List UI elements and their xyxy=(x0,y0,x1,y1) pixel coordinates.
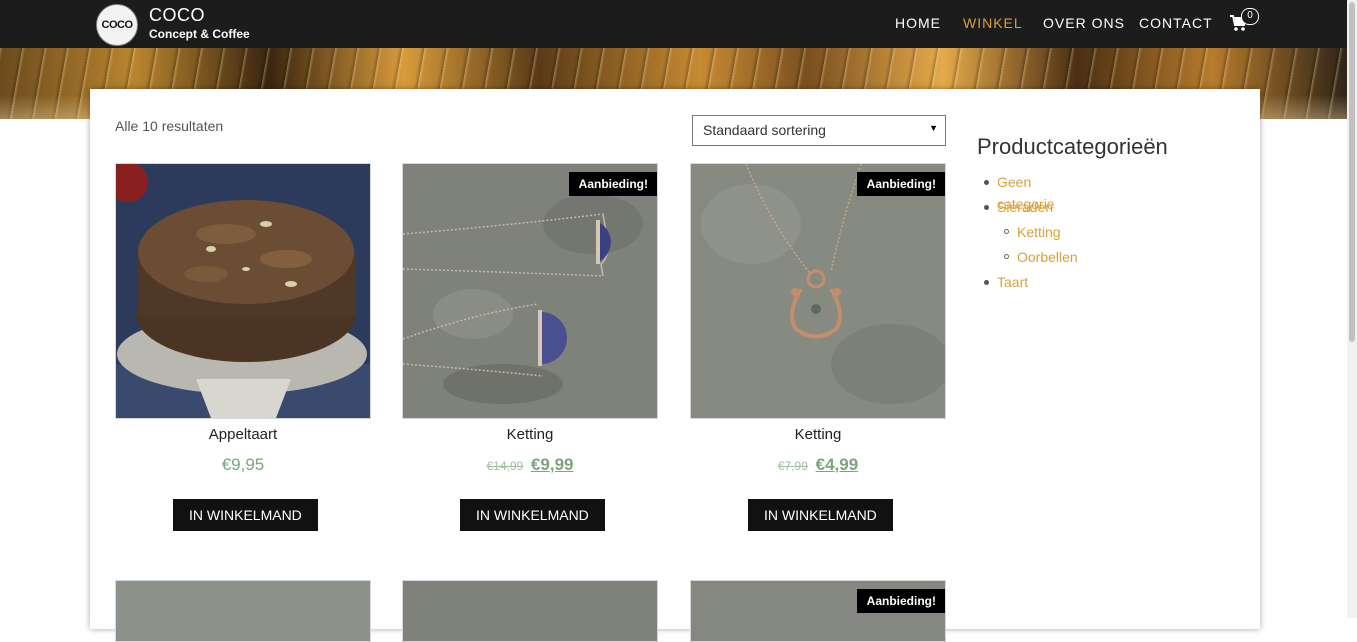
product-title[interactable]: Appeltaart xyxy=(115,426,371,443)
sidebar-title: Productcategorieën xyxy=(977,134,1168,159)
circle-bullet-icon xyxy=(1004,229,1009,234)
logo-text: COCO xyxy=(101,19,134,31)
nav-over-ons[interactable]: OVER ONS xyxy=(1043,15,1125,33)
current-price: €9,99 xyxy=(530,455,574,474)
page-scrollbar[interactable] xyxy=(1347,0,1357,618)
sale-badge: Aanbieding! xyxy=(856,172,945,196)
nav-winkel[interactable]: WINKEL xyxy=(963,15,1023,33)
product-image-apple-pie[interactable] xyxy=(115,163,371,419)
necklace-photo xyxy=(403,164,657,418)
dropdown-arrow-icon: ▼ xyxy=(929,123,938,133)
sale-badge: Aanbieding! xyxy=(568,172,657,196)
category-link-oorbellen[interactable]: Oorbellen xyxy=(1017,246,1078,268)
brand-tagline: Concept & Coffee xyxy=(149,27,250,41)
brand-name[interactable]: COCO xyxy=(149,5,205,26)
sort-select[interactable]: Standaard sortering ▼ xyxy=(692,115,946,146)
product-image-necklace[interactable]: Aanbieding! xyxy=(690,163,946,419)
add-to-cart-button[interactable]: IN WINKELMAND xyxy=(460,499,605,531)
sort-selected-value: Standaard sortering xyxy=(703,122,826,138)
apple-pie-photo xyxy=(116,164,370,418)
product-price: €14,99 €9,99 xyxy=(402,455,658,475)
result-count: Alle 10 resultaten xyxy=(115,118,224,134)
top-navigation-bar: COCO COCO Concept & Coffee HOME WINKEL O… xyxy=(0,0,1347,48)
necklace-photo xyxy=(691,164,945,418)
shop-content: Alle 10 resultaten Standaard sortering ▼ xyxy=(90,89,1260,642)
product-image[interactable] xyxy=(115,580,371,642)
current-price: €4,99 xyxy=(815,455,859,474)
bullet-icon xyxy=(984,205,989,210)
category-link-taart[interactable]: Taart xyxy=(997,271,1028,293)
product-price: €9,95 xyxy=(115,455,371,475)
add-to-cart-button[interactable]: IN WINKELMAND xyxy=(748,499,893,531)
bullet-icon xyxy=(984,180,989,185)
current-price: €9,95 xyxy=(221,455,265,474)
scrollbar-thumb[interactable] xyxy=(1349,2,1355,342)
old-price: €14,99 xyxy=(486,459,524,473)
coco-logo[interactable]: COCO xyxy=(96,4,138,46)
product-title[interactable]: Ketting xyxy=(690,426,946,443)
product-price: €7,99 €4,99 xyxy=(690,455,946,475)
nav-contact[interactable]: CONTACT xyxy=(1139,15,1213,33)
bullet-icon xyxy=(984,280,989,285)
product-title[interactable]: Ketting xyxy=(402,426,658,443)
add-to-cart-button[interactable]: IN WINKELMAND xyxy=(173,499,318,531)
product-image-necklace[interactable]: Aanbieding! xyxy=(402,163,658,419)
nav-home[interactable]: HOME xyxy=(895,15,941,33)
product-image[interactable]: Aanbieding! xyxy=(690,580,946,642)
category-link-ketting[interactable]: Ketting xyxy=(1017,221,1061,243)
circle-bullet-icon xyxy=(1004,254,1009,259)
sale-badge: Aanbieding! xyxy=(856,589,945,613)
product-image[interactable] xyxy=(402,580,658,642)
old-price: €7,99 xyxy=(777,459,808,473)
cart-count-badge[interactable]: 0 xyxy=(1241,8,1259,25)
category-link-sieraden[interactable]: Sieraden xyxy=(997,196,1053,218)
